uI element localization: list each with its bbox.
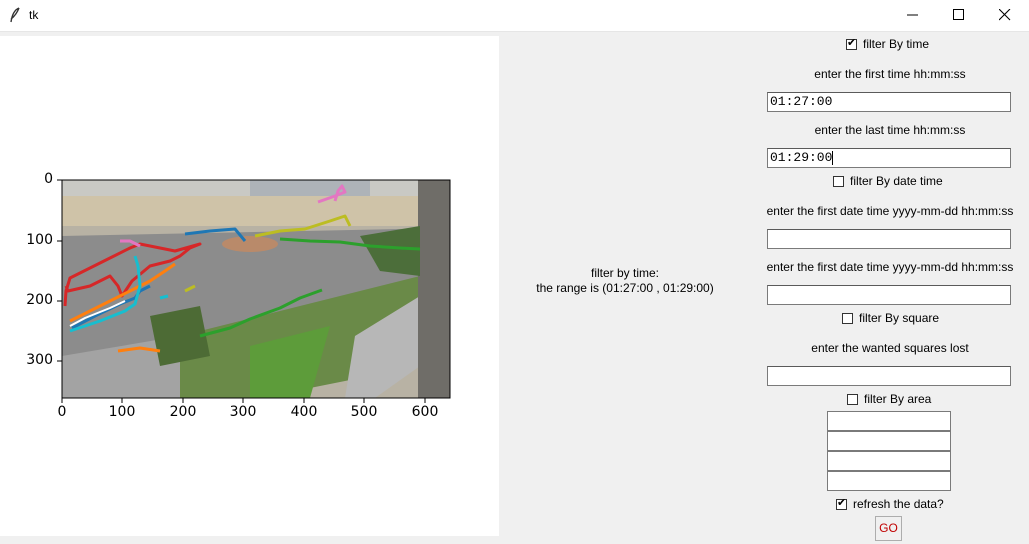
second-datetime-label: enter the first date time yyyy-mm-dd hh:…: [766, 260, 1014, 274]
close-icon: [999, 9, 1011, 21]
squares-label: enter the wanted squares lost: [811, 341, 969, 355]
y-tick-label: 300: [26, 352, 53, 368]
maximize-icon: [953, 9, 964, 20]
window-title: tk: [29, 8, 39, 22]
first-datetime-input[interactable]: [767, 229, 1011, 249]
maximize-button[interactable]: [936, 0, 982, 30]
plot-panel: 0 100 200 300 0 100 200 300 400 500 600: [0, 36, 499, 536]
y-tick-label: 0: [44, 171, 53, 187]
x-tick-label: 200: [169, 404, 197, 420]
y-tick-label: 200: [26, 292, 53, 308]
filter-by-area-label: filter By area: [864, 392, 932, 406]
filter-info-title: filter by time:: [590, 266, 659, 280]
last-time-label: enter the last time hh:mm:ss: [814, 123, 966, 137]
area-input-3[interactable]: [827, 451, 951, 471]
close-button[interactable]: [982, 0, 1028, 30]
checkbox-box[interactable]: [833, 175, 844, 187]
filter-by-time-label: filter By time: [863, 37, 930, 51]
squares-input[interactable]: [767, 366, 1011, 386]
second-datetime-input[interactable]: [767, 285, 1011, 305]
checkbox-box[interactable]: [846, 37, 857, 50]
x-tick-label: 100: [108, 404, 136, 420]
first-time-label: enter the first time hh:mm:ss: [814, 67, 966, 81]
x-tick-label: 600: [411, 404, 439, 420]
filter-by-time-checkbox[interactable]: filter By time: [846, 37, 929, 51]
track-cyan-2: [159, 294, 169, 300]
first-time-value: 01:27:00: [770, 94, 833, 109]
feather-icon: [10, 7, 20, 23]
plot-canvas: [57, 179, 451, 403]
text-cursor: [832, 150, 834, 165]
checkbox-box[interactable]: [847, 393, 858, 405]
filter-by-area-checkbox[interactable]: filter By area: [847, 392, 931, 406]
y-tick-label: 100: [26, 232, 53, 248]
x-tick-label: 300: [229, 404, 257, 420]
area-input-1[interactable]: [827, 411, 951, 431]
filter-by-square-label: filter By square: [859, 311, 940, 325]
filter-by-square-checkbox[interactable]: filter By square: [842, 311, 939, 325]
refresh-data-label: refresh the data?: [853, 497, 944, 511]
go-button[interactable]: GO: [875, 516, 902, 541]
x-tick-label: 400: [290, 404, 318, 420]
area-input-2[interactable]: [827, 431, 951, 451]
filter-by-date-time-label: filter By date time: [850, 174, 943, 188]
filter-info-range: the range is (01:27:00 , 01:29:00): [536, 281, 714, 295]
first-time-input[interactable]: 01:27:00: [767, 92, 1011, 112]
x-tick-label: 500: [350, 404, 378, 420]
x-tick-label: 0: [57, 404, 67, 420]
area-input-4[interactable]: [827, 471, 951, 491]
first-datetime-label: enter the first date time yyyy-mm-dd hh:…: [766, 204, 1014, 218]
checkbox-box[interactable]: [842, 312, 853, 324]
filter-by-date-time-checkbox[interactable]: filter By date time: [833, 174, 943, 188]
minimize-button[interactable]: [890, 0, 936, 30]
filter-info: filter by time: the range is (01:27:00 ,…: [510, 266, 740, 296]
title-bar: tk: [0, 0, 1029, 32]
checkbox-box[interactable]: [836, 497, 847, 510]
minimize-icon: [907, 14, 918, 16]
last-time-value: 01:29:00: [770, 150, 833, 165]
refresh-data-checkbox[interactable]: refresh the data?: [836, 497, 944, 511]
last-time-input[interactable]: 01:29:00: [767, 148, 1011, 168]
